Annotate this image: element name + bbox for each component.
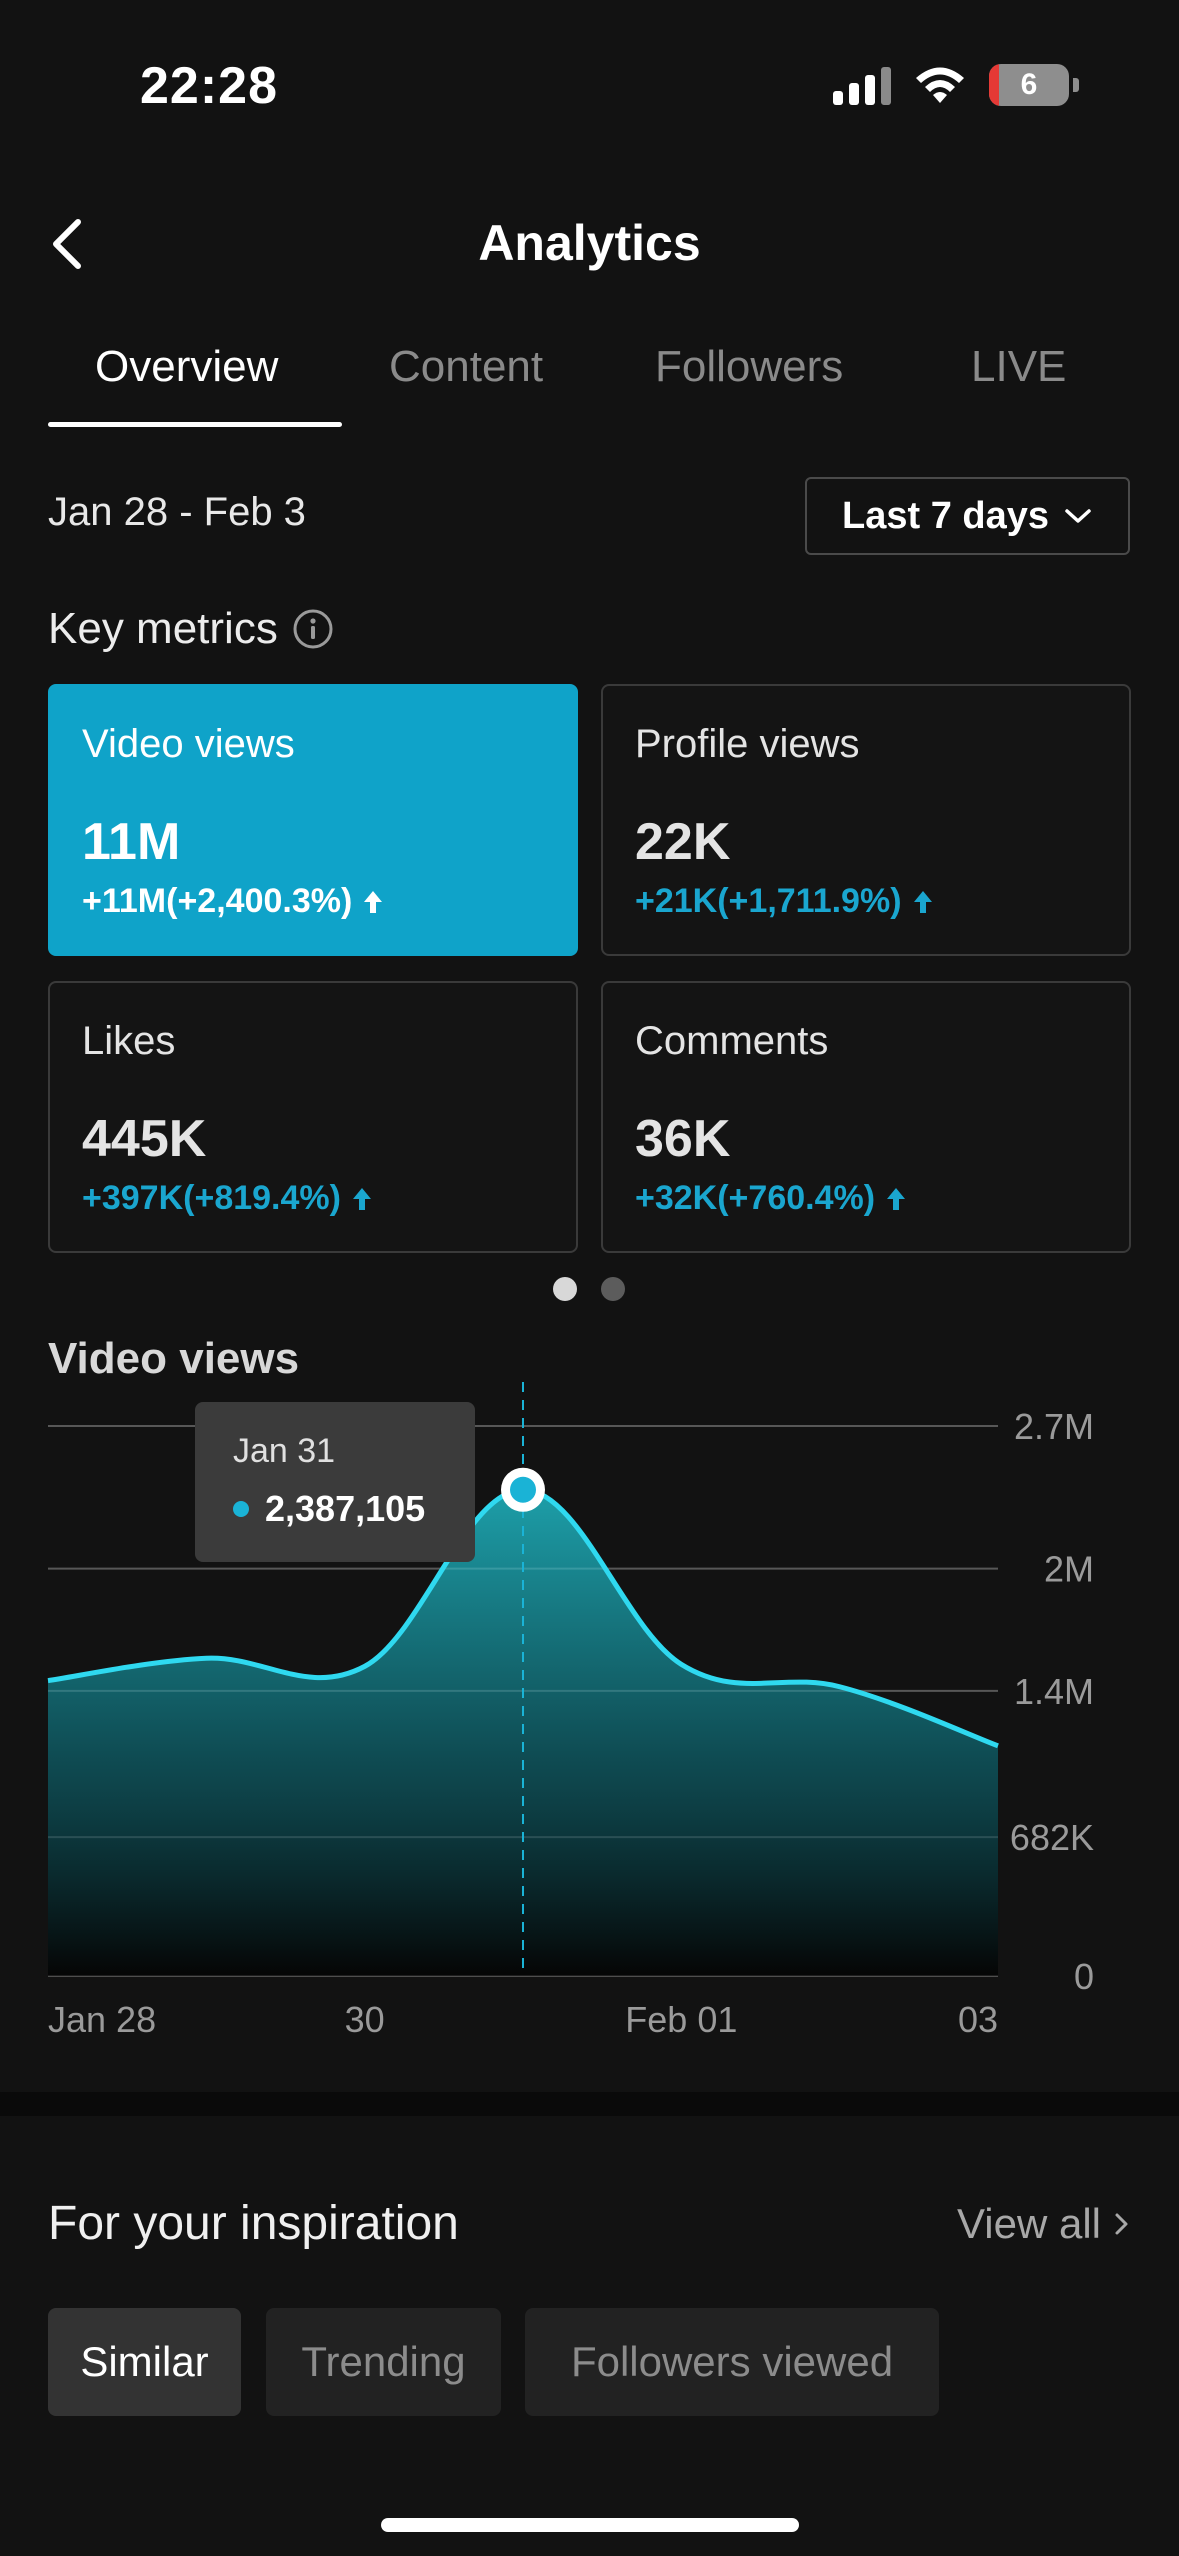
battery-icon: 6 bbox=[989, 64, 1069, 106]
chart-y-tick-label: 2M bbox=[1044, 1549, 1094, 1590]
metric-card-video-views[interactable]: Video views 11M +11M(+2,400.3%) bbox=[48, 684, 578, 956]
video-views-chart[interactable]: 2.7M 2M 1.4M 682K 0 Jan 28 30 Feb 01 03 bbox=[0, 1380, 1179, 2060]
chart-svg: 2.7M 2M 1.4M 682K 0 Jan 28 30 Feb 01 03 bbox=[47, 1382, 1094, 2040]
metric-value: 445K bbox=[82, 1110, 207, 1168]
active-tab-indicator bbox=[48, 422, 342, 427]
metric-label: Video views bbox=[82, 722, 295, 766]
key-metrics-label: Key metrics bbox=[48, 604, 278, 653]
view-all-label: View all bbox=[957, 2200, 1101, 2247]
metric-label: Likes bbox=[82, 1019, 176, 1063]
pager-dot-active[interactable] bbox=[553, 1277, 577, 1301]
chip-trending[interactable]: Trending bbox=[266, 2308, 501, 2416]
chevron-down-icon bbox=[1065, 509, 1091, 523]
tab-followers[interactable]: Followers bbox=[655, 342, 843, 392]
view-all-link[interactable]: View all bbox=[957, 2200, 1131, 2248]
chart-x-tick-label: 03 bbox=[958, 1999, 998, 2040]
arrow-up-icon bbox=[352, 1187, 371, 1210]
wifi-icon bbox=[916, 67, 964, 103]
metric-delta-text: +32K(+760.4%) bbox=[635, 1179, 876, 1217]
chart-x-tick-label: Feb 01 bbox=[625, 1999, 737, 2040]
tab-live[interactable]: LIVE bbox=[971, 342, 1066, 392]
chart-y-tick-label: 1.4M bbox=[1014, 1671, 1094, 1712]
page-title: Analytics bbox=[478, 215, 701, 271]
chart-tooltip: Jan 31 2,387,105 bbox=[195, 1402, 475, 1562]
metric-card-likes[interactable]: Likes 445K +397K(+819.4%) bbox=[48, 981, 578, 1253]
inspiration-title: For your inspiration bbox=[48, 2197, 459, 2250]
chart-highlight-point-core bbox=[510, 1476, 536, 1503]
metric-value: 36K bbox=[635, 1110, 731, 1168]
tab-overview[interactable]: Overview bbox=[95, 342, 278, 392]
key-metrics-title: Key metrics bbox=[48, 604, 334, 654]
metric-delta: +397K(+819.4%) bbox=[82, 1179, 373, 1218]
metric-label: Profile views bbox=[635, 722, 860, 766]
arrow-up-icon bbox=[913, 890, 932, 913]
tooltip-value: 2,387,105 bbox=[265, 1488, 426, 1529]
battery-tip bbox=[1073, 78, 1079, 92]
date-range: Jan 28 - Feb 3 bbox=[48, 490, 306, 534]
battery-level: 6 bbox=[1020, 68, 1038, 101]
cellular-signal-icon bbox=[833, 65, 891, 105]
metric-card-comments[interactable]: Comments 36K +32K(+760.4%) bbox=[601, 981, 1131, 1253]
info-icon[interactable] bbox=[292, 608, 334, 650]
chart-x-tick-label: 30 bbox=[345, 1999, 385, 2040]
date-range-dropdown-label: Last 7 days bbox=[842, 494, 1049, 537]
metric-card-profile-views[interactable]: Profile views 22K +21K(+1,711.9%) bbox=[601, 684, 1131, 956]
tab-bar: Overview Content Followers LIVE bbox=[0, 330, 1179, 430]
metric-delta: +11M(+2,400.3%) bbox=[82, 882, 384, 921]
section-divider bbox=[0, 2092, 1179, 2116]
metric-value: 22K bbox=[635, 813, 731, 871]
series-dot-icon bbox=[233, 1501, 249, 1517]
metric-delta: +21K(+1,711.9%) bbox=[635, 882, 934, 921]
metrics-pager bbox=[553, 1277, 625, 1301]
status-time: 22:28 bbox=[140, 57, 278, 115]
arrow-up-icon bbox=[887, 1187, 906, 1210]
metric-delta-text: +11M(+2,400.3%) bbox=[82, 882, 353, 920]
status-bar: 22:28 6 bbox=[0, 0, 1179, 170]
arrow-up-icon bbox=[364, 890, 383, 913]
chart-title: Video views bbox=[48, 1334, 300, 1383]
chart-y-tick-label: 2.7M bbox=[1014, 1406, 1094, 1447]
chart-x-tick-label: Jan 28 bbox=[48, 1999, 156, 2040]
date-range-dropdown[interactable]: Last 7 days bbox=[805, 477, 1130, 555]
header: Analytics bbox=[0, 200, 1179, 290]
home-indicator bbox=[381, 2518, 799, 2532]
chart-y-tick-label: 0 bbox=[1074, 1956, 1094, 1997]
tab-content[interactable]: Content bbox=[389, 342, 543, 392]
tooltip-date: Jan 31 bbox=[233, 1432, 336, 1470]
chevron-right-icon bbox=[1115, 2213, 1128, 2235]
metric-delta-text: +397K(+819.4%) bbox=[82, 1179, 341, 1217]
metric-delta: +32K(+760.4%) bbox=[635, 1179, 907, 1218]
metric-value: 11M bbox=[82, 813, 181, 871]
tooltip-value-row: 2,387,105 bbox=[233, 1488, 425, 1530]
chip-similar[interactable]: Similar bbox=[48, 2308, 241, 2416]
status-icons: 6 bbox=[833, 64, 1079, 106]
chart-y-tick-label: 682K bbox=[1010, 1817, 1094, 1858]
chip-followers-viewed[interactable]: Followers viewed bbox=[525, 2308, 939, 2416]
pager-dot[interactable] bbox=[601, 1277, 625, 1301]
analytics-screen: 22:28 6 Analytics Overview Content Follo… bbox=[0, 0, 1179, 2556]
metric-delta-text: +21K(+1,711.9%) bbox=[635, 882, 902, 920]
metric-label: Comments bbox=[635, 1019, 829, 1063]
